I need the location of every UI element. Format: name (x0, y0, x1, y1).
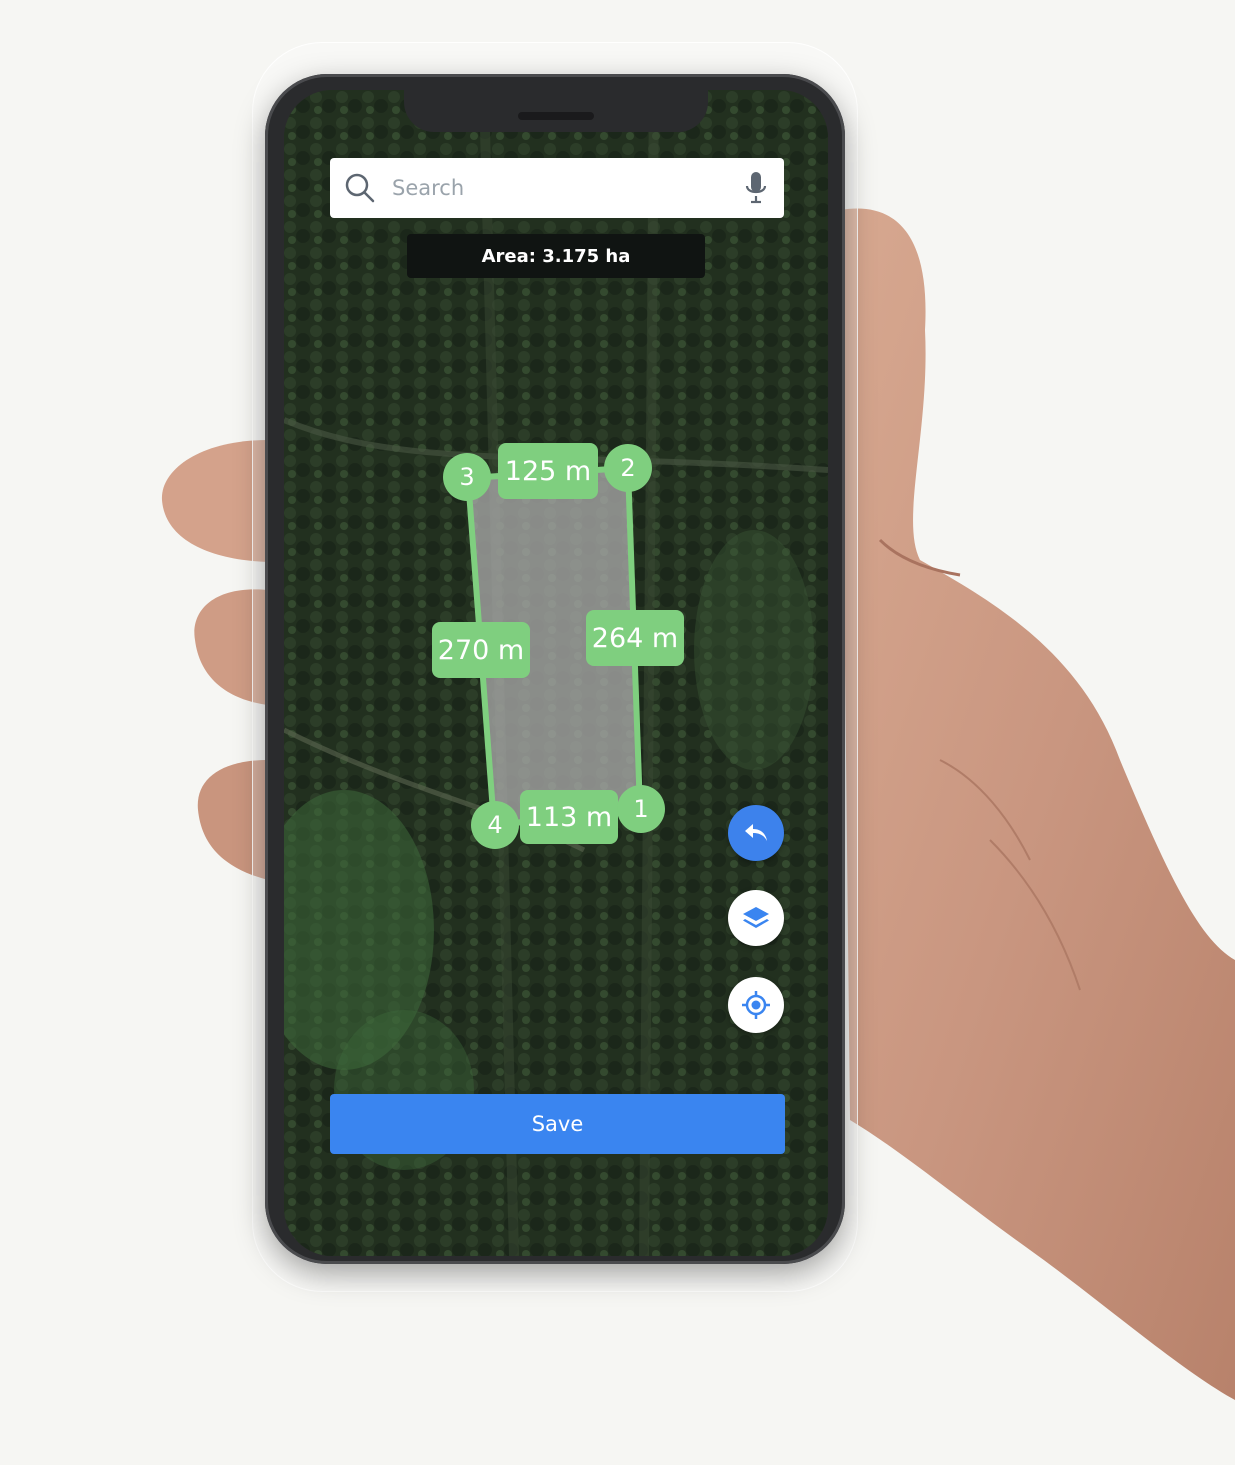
save-button[interactable]: Save (330, 1094, 785, 1154)
vertex-2[interactable]: 2 (604, 444, 652, 492)
locate-icon (742, 991, 770, 1019)
search-icon (345, 173, 375, 203)
search-input[interactable] (392, 176, 742, 200)
phone-speaker (518, 112, 594, 120)
vertex-4[interactable]: 4 (471, 801, 519, 849)
search-bar[interactable] (330, 158, 784, 218)
locate-button[interactable] (728, 977, 784, 1033)
microphone-icon[interactable] (742, 170, 770, 206)
undo-button[interactable] (728, 805, 784, 861)
edge-label-left: 270 m (432, 622, 530, 678)
phone-notch (404, 82, 708, 132)
layers-icon (743, 907, 769, 928)
edge-label-right: 264 m (586, 610, 684, 666)
layers-button[interactable] (728, 890, 784, 946)
edge-label-bottom: 113 m (520, 790, 618, 844)
vertex-1[interactable]: 1 (617, 785, 665, 833)
scene: Area: 3.175 ha 125 m 264 m 270 m 113 m 1… (0, 0, 1235, 1465)
edge-label-top: 125 m (498, 443, 598, 499)
undo-icon (745, 824, 767, 841)
area-banner: Area: 3.175 ha (407, 234, 705, 278)
vertex-3[interactable]: 3 (443, 453, 491, 501)
